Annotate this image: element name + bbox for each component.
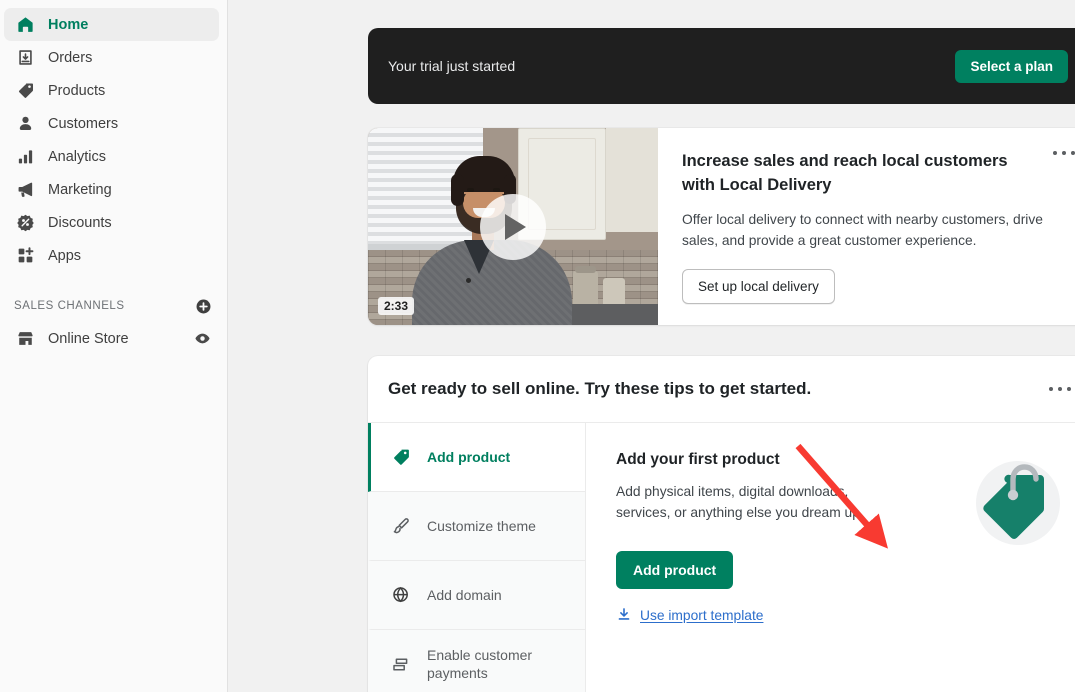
marketing-megaphone-icon: [14, 180, 36, 200]
video-card-title: Increase sales and reach local customers…: [682, 152, 1008, 194]
setup-step-customize-theme[interactable]: Customize theme: [368, 492, 585, 561]
set-up-local-delivery-button[interactable]: Set up local delivery: [682, 269, 835, 305]
discounts-percent-icon: [14, 213, 36, 233]
sidebar-item-products[interactable]: Products: [4, 74, 219, 107]
video-card-body: Increase sales and reach local customers…: [658, 128, 1075, 325]
sidebar-item-label: Products: [48, 82, 106, 99]
eye-icon[interactable]: [194, 330, 211, 347]
sales-channels-label: SALES CHANNELS: [14, 300, 125, 312]
setup-step-enable-customer-payments[interactable]: Enable customer payments: [368, 630, 585, 692]
storefront-icon: [14, 329, 36, 348]
sidebar-item-online-store[interactable]: Online Store: [4, 322, 219, 355]
download-icon: [616, 606, 632, 625]
sidebar-item-customers[interactable]: Customers: [4, 107, 219, 140]
video-duration-badge: 2:33: [378, 297, 415, 315]
setup-card-kebab-menu-icon[interactable]: [1046, 378, 1074, 400]
sidebar-item-home[interactable]: Home: [4, 8, 219, 41]
sidebar-item-apps[interactable]: Apps: [4, 239, 219, 272]
add-product-button[interactable]: Add product: [616, 550, 734, 589]
trial-banner-message: Your trial just started: [388, 58, 516, 74]
kitchen-jar-small: [603, 278, 625, 307]
play-triangle: [505, 213, 526, 240]
payments-icon: [391, 654, 415, 674]
kitchen-jar: [573, 266, 598, 307]
setup-step-add-product[interactable]: Add product: [368, 423, 585, 492]
setup-guide-body: Add product Customize theme Add domain E…: [368, 422, 1075, 692]
setup-guide-header: Get ready to sell online. Try these tips…: [368, 356, 1075, 422]
apps-grid-plus-icon: [14, 246, 36, 266]
trial-banner: Your trial just started Select a plan: [368, 28, 1075, 104]
setup-step-label: Add product: [427, 448, 511, 465]
setup-step-detail-panel: Add your first product Add physical item…: [586, 423, 1075, 692]
person-hair-left: [451, 174, 464, 206]
sidebar-item-label: Analytics: [48, 148, 107, 165]
video-card-kebab-menu-icon[interactable]: [1050, 142, 1075, 164]
plus-circle-icon[interactable]: [193, 296, 213, 316]
setup-step-label: Enable customer payments: [427, 646, 533, 681]
sidebar-item-orders[interactable]: Orders: [4, 41, 219, 74]
sidebar-item-label: Orders: [48, 49, 93, 66]
local-delivery-video-card: 2:33 Increase sales and reach local cust…: [368, 128, 1075, 325]
import-link-label: Use import template: [640, 607, 764, 623]
sidebar-item-analytics[interactable]: Analytics: [4, 140, 219, 173]
select-a-plan-button[interactable]: Select a plan: [955, 49, 1068, 83]
use-import-template-link[interactable]: Use import template: [616, 606, 763, 625]
setup-step-label: Customize theme: [427, 517, 536, 534]
sidebar-item-label: Customers: [48, 115, 119, 132]
setup-step-label: Add domain: [427, 586, 502, 603]
products-tag-icon: [14, 81, 36, 101]
setup-guide-title: Get ready to sell online. Try these tips…: [388, 379, 812, 398]
shopify-admin-home: Home Orders Products Customers Analytics: [0, 0, 1075, 692]
video-card-description: Offer local delivery to connect with nea…: [682, 211, 1043, 248]
paintbrush-icon: [391, 516, 415, 536]
home-icon: [14, 15, 36, 35]
lapel-microphone: [466, 278, 471, 283]
sidebar-item-marketing[interactable]: Marketing: [4, 173, 219, 206]
globe-icon: [391, 585, 415, 605]
main-sidebar: Home Orders Products Customers Analytics: [0, 0, 228, 692]
step-detail-description: Add physical items, digital downloads, s…: [616, 484, 864, 521]
play-button-icon[interactable]: [480, 193, 546, 260]
person-sweater: [412, 240, 572, 325]
tag-icon: [391, 447, 415, 467]
person-eye-left: [467, 188, 474, 192]
analytics-bars-icon: [14, 147, 36, 167]
customers-person-icon: [14, 114, 36, 134]
video-thumbnail[interactable]: 2:33: [368, 128, 658, 325]
sidebar-item-discounts[interactable]: Discounts: [4, 206, 219, 239]
sidebar-item-label: Home: [48, 16, 89, 33]
product-tag-illustration: [966, 449, 1070, 553]
sidebar-item-label: Discounts: [48, 214, 112, 231]
sidebar-item-label: Marketing: [48, 181, 112, 198]
sidebar-item-label: Apps: [48, 247, 82, 264]
kitchen-cabinet-secondary: [606, 128, 658, 232]
sidebar-item-label: Online Store: [48, 330, 129, 347]
person-eye-right: [493, 188, 500, 192]
sales-channels-header: SALES CHANNELS: [14, 294, 213, 318]
main-content: Your trial just started Select a plan 2:…: [228, 0, 1075, 692]
setup-steps-list: Add product Customize theme Add domain E…: [368, 423, 586, 692]
orders-icon: [14, 48, 36, 68]
setup-step-add-domain[interactable]: Add domain: [368, 561, 585, 630]
setup-guide-card: Get ready to sell online. Try these tips…: [368, 356, 1075, 692]
